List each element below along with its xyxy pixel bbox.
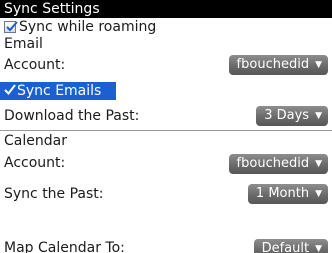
dropdown-arrow-icon: ▼ — [315, 159, 322, 169]
email-account-dropdown[interactable]: fbouchedid ▼ — [228, 55, 328, 75]
calendar-account-row: Account: fbouchedid ▼ — [0, 150, 332, 176]
dropdown-arrow-icon: ▼ — [315, 189, 322, 199]
sync-emails-row[interactable]: Sync Emails — [0, 82, 332, 100]
dropdown-arrow-icon: ▼ — [315, 244, 322, 253]
map-calendar-row: Map Calendar To: Default ▼ — [0, 211, 332, 253]
email-section-header: Email — [0, 35, 332, 53]
section-divider — [0, 130, 332, 131]
download-past-dropdown[interactable]: 3 Days ▼ — [256, 106, 328, 126]
checkmark-icon — [6, 21, 18, 32]
email-account-row: Account: fbouchedid ▼ — [0, 53, 332, 77]
map-calendar-value: Default — [261, 241, 310, 253]
dropdown-arrow-icon: ▼ — [315, 60, 322, 70]
calendar-account-dropdown[interactable]: fbouchedid ▼ — [228, 154, 328, 174]
calendar-section-header: Calendar — [0, 132, 332, 150]
dropdown-arrow-icon: ▼ — [315, 111, 322, 121]
map-calendar-dropdown[interactable]: Default ▼ — [253, 239, 328, 253]
download-past-row: Download the Past: 3 Days ▼ — [0, 104, 332, 128]
page-title: Sync Settings — [4, 1, 100, 17]
sync-past-row: Sync the Past: 1 Month ▼ — [0, 179, 332, 207]
sync-roaming-row[interactable]: Sync while roaming — [0, 18, 332, 36]
email-section-label: Email — [4, 36, 43, 52]
email-account-label: Account: — [4, 57, 66, 73]
sync-emails-checkbox[interactable] — [4, 83, 16, 97]
calendar-account-value: fbouchedid — [236, 156, 310, 171]
sync-roaming-checkbox[interactable] — [4, 21, 18, 33]
sync-emails-label: Sync Emails — [17, 83, 102, 99]
sync-past-dropdown[interactable]: 1 Month ▼ — [247, 184, 328, 204]
checkmark-icon — [4, 84, 16, 96]
map-calendar-label: Map Calendar To: — [4, 240, 125, 253]
sync-past-label: Sync the Past: — [4, 186, 104, 202]
calendar-section-label: Calendar — [4, 133, 67, 149]
title-bar: Sync Settings — [0, 0, 332, 18]
download-past-label: Download the Past: — [4, 108, 140, 124]
calendar-account-label: Account: — [4, 155, 66, 171]
sync-roaming-label: Sync while roaming — [19, 19, 157, 35]
sync-past-value: 1 Month — [255, 186, 310, 201]
email-account-value: fbouchedid — [236, 57, 310, 72]
download-past-value: 3 Days — [264, 108, 310, 123]
